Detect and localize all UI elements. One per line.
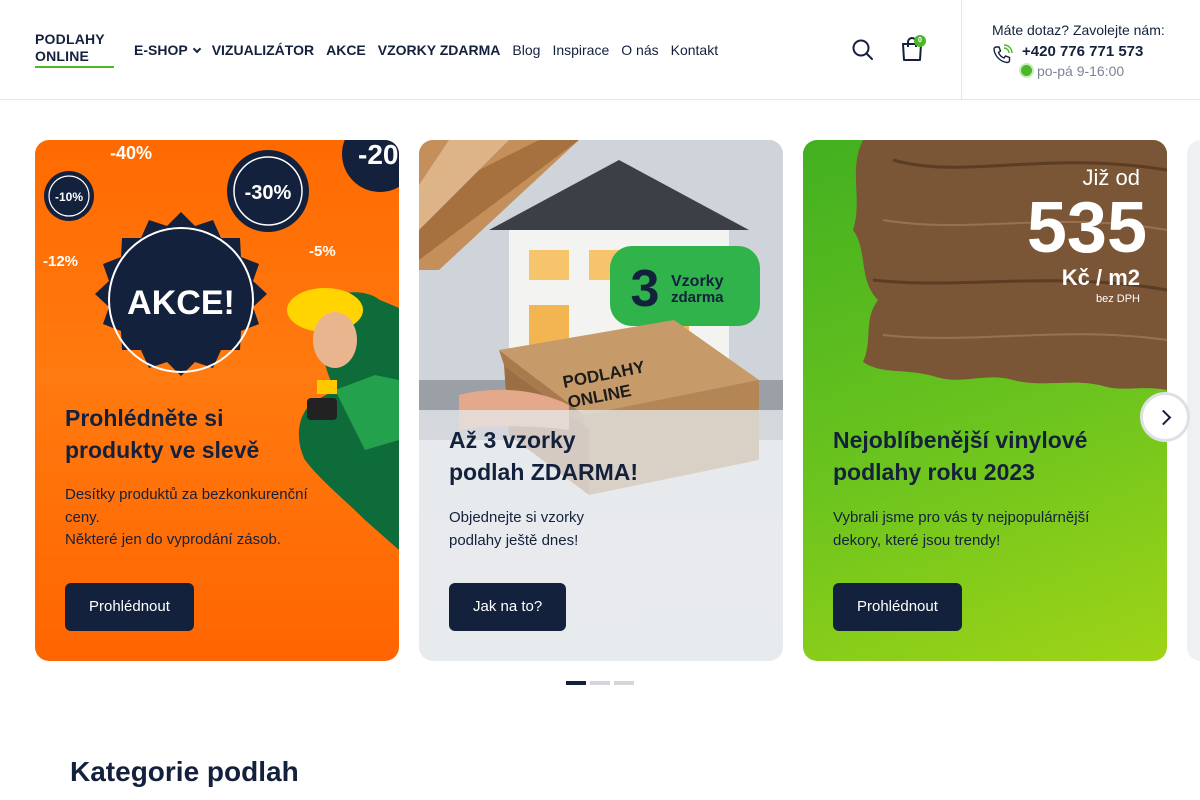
- slider-dot[interactable]: [566, 681, 586, 685]
- status-online-dot: [1021, 65, 1032, 76]
- discount-label-12: -12%: [43, 253, 78, 270]
- nav-item-akce[interactable]: AKCE: [326, 42, 366, 58]
- opening-hours: po-pá 9-16:00: [1037, 63, 1125, 79]
- samples-sticker: 3 Vzorky zdarma: [610, 246, 760, 326]
- slide-cta-button[interactable]: Jak na to?: [449, 583, 567, 631]
- header-divider: [961, 0, 962, 100]
- site-header: PODLAHY ONLINE E-SHOP VIZUALIZÁTOR AKCE …: [0, 0, 1200, 100]
- slider-dot[interactable]: [590, 681, 610, 685]
- akce-badge: AKCE!: [95, 212, 267, 376]
- akce-badge-text: AKCE!: [127, 284, 235, 322]
- nav-item-vzorky-zdarma[interactable]: VZORKY ZDARMA: [378, 42, 501, 58]
- slide-cta-button[interactable]: Prohlédnout: [833, 583, 962, 631]
- svg-text:-20: -20: [358, 140, 398, 170]
- discount-badge-10: -10%: [44, 171, 94, 221]
- slider-next-arrow-icon[interactable]: [1140, 392, 1190, 442]
- discount-label-5: -5%: [309, 243, 336, 260]
- contact-question: Máte dotaz? Zavolejte nám:: [992, 22, 1165, 38]
- slide-title: Prohlédněte si produkty ve slevě: [65, 405, 260, 463]
- slider-dot[interactable]: [614, 681, 634, 685]
- phone-icon: [991, 44, 1013, 66]
- price-value: 535: [1027, 188, 1147, 268]
- slide-samples[interactable]: 3 Vzorky zdarma PODLAHY ONLINE Až 3 vzor…: [419, 140, 783, 661]
- slide-text: Objednejte si vzorky podlahy ještě dnes!: [449, 509, 585, 549]
- discount-badge-30: -30%: [227, 150, 309, 232]
- logo-underline: [35, 66, 114, 68]
- svg-text:3: 3: [631, 260, 660, 318]
- nav-eshop-label: E-SHOP: [134, 42, 188, 58]
- svg-text:zdarma: zdarma: [671, 289, 724, 306]
- slide-title: Až 3 vzorky podlah ZDARMA!: [449, 427, 639, 485]
- logo-line2: ONLINE: [35, 48, 90, 64]
- nav-item-vizualizator[interactable]: VIZUALIZÁTOR: [212, 42, 314, 58]
- logo-line1: PODLAHY: [35, 31, 105, 47]
- discount-badge-20: -20: [342, 140, 399, 192]
- slider-pagination: [566, 681, 638, 685]
- nav-item-kontakt[interactable]: Kontakt: [671, 42, 718, 58]
- slide-text: Vybrali jsme pro vás ty nejpopulárnější …: [833, 509, 1090, 549]
- slide-sale[interactable]: AKCE! -30% -10% -20 -40% -12% -5% Prohlé…: [35, 140, 399, 661]
- section-title: Kategorie podlah: [70, 756, 299, 787]
- cart-count-badge: 0: [914, 35, 926, 47]
- phone-number-link[interactable]: +420 776 771 573: [1022, 43, 1143, 60]
- nav-item-eshop[interactable]: E-SHOP: [134, 42, 201, 58]
- slide-title: Nejoblíbenější vinylové podlahy roku 202…: [833, 427, 1088, 485]
- main-nav: E-SHOP VIZUALIZÁTOR AKCE VZORKY ZDARMA B…: [134, 42, 730, 58]
- svg-text:Vzorky: Vzorky: [671, 273, 724, 290]
- price-unit: Kč / m2: [1062, 265, 1140, 290]
- chevron-down-icon: [192, 44, 201, 54]
- discount-label-40: -40%: [110, 143, 152, 163]
- slide-vinyl[interactable]: Již od 535 Kč / m2 bez DPH Nejoblíbenějš…: [803, 140, 1167, 661]
- nav-item-o-nas[interactable]: O nás: [621, 42, 658, 58]
- slide-cta-button[interactable]: Prohlédnout: [65, 583, 194, 631]
- nav-item-blog[interactable]: Blog: [512, 42, 540, 58]
- slide-next-peek[interactable]: [1187, 140, 1200, 661]
- logo[interactable]: PODLAHY ONLINE: [35, 31, 115, 69]
- nav-item-inspirace[interactable]: Inspirace: [552, 42, 609, 58]
- svg-text:-30%: -30%: [245, 182, 292, 204]
- price-prefix: Již od: [1083, 165, 1140, 190]
- slide-text: Desítky produktů za bezkonkurenční ceny.…: [65, 486, 308, 548]
- price-note: bez DPH: [1096, 293, 1140, 305]
- search-icon[interactable]: [852, 39, 874, 61]
- svg-text:-10%: -10%: [55, 190, 83, 204]
